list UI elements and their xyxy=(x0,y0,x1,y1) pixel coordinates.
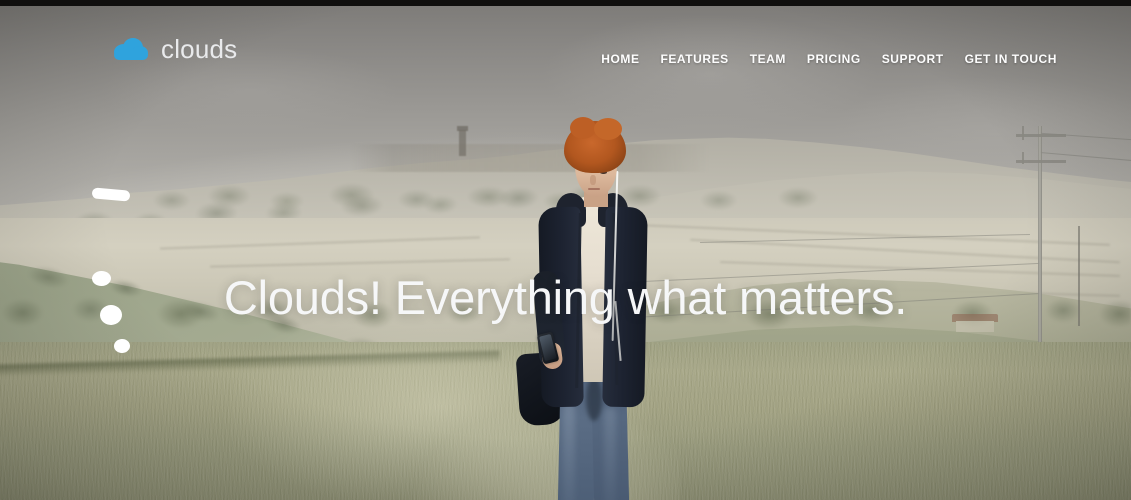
hero-headline: Clouds! Everything what matters. xyxy=(223,271,908,324)
nav-item-support[interactable]: SUPPORT xyxy=(882,52,944,66)
browser-top-bar xyxy=(0,0,1131,6)
brand-logo-link[interactable]: clouds xyxy=(91,34,238,354)
nav-item-features[interactable]: FEATURES xyxy=(661,52,729,66)
hero-copy-block: Clouds! Everything what matters. xyxy=(0,272,1131,324)
nav-item-team[interactable]: TEAM xyxy=(750,52,786,66)
person-hair xyxy=(564,117,626,173)
jeans-highlight xyxy=(563,403,575,500)
nav-item-home[interactable]: HOME xyxy=(601,52,639,66)
jeans-highlight xyxy=(604,407,616,500)
person-nose xyxy=(590,175,596,185)
site-header: clouds HOME FEATURES TEAM PRICING SUPPOR… xyxy=(0,6,1131,354)
nav-item-get-in-touch[interactable]: GET IN TOUCH xyxy=(965,52,1057,66)
brand-logo-mark xyxy=(91,34,149,354)
main-navigation: HOME FEATURES TEAM PRICING SUPPORT GET I… xyxy=(601,52,1057,66)
utility-pole xyxy=(1008,126,1078,368)
jeans-shadow xyxy=(586,377,602,421)
village-tower xyxy=(457,126,468,156)
utility-pole-insulator xyxy=(1022,152,1024,164)
cloud-icon-white xyxy=(91,39,131,354)
nav-item-pricing[interactable]: PRICING xyxy=(807,52,861,66)
person-mouth xyxy=(588,188,600,190)
utility-pole-insulator xyxy=(1022,126,1024,140)
brand-name: clouds xyxy=(161,34,238,64)
page-viewport: Clouds! Everything what matters. clouds … xyxy=(0,0,1131,500)
